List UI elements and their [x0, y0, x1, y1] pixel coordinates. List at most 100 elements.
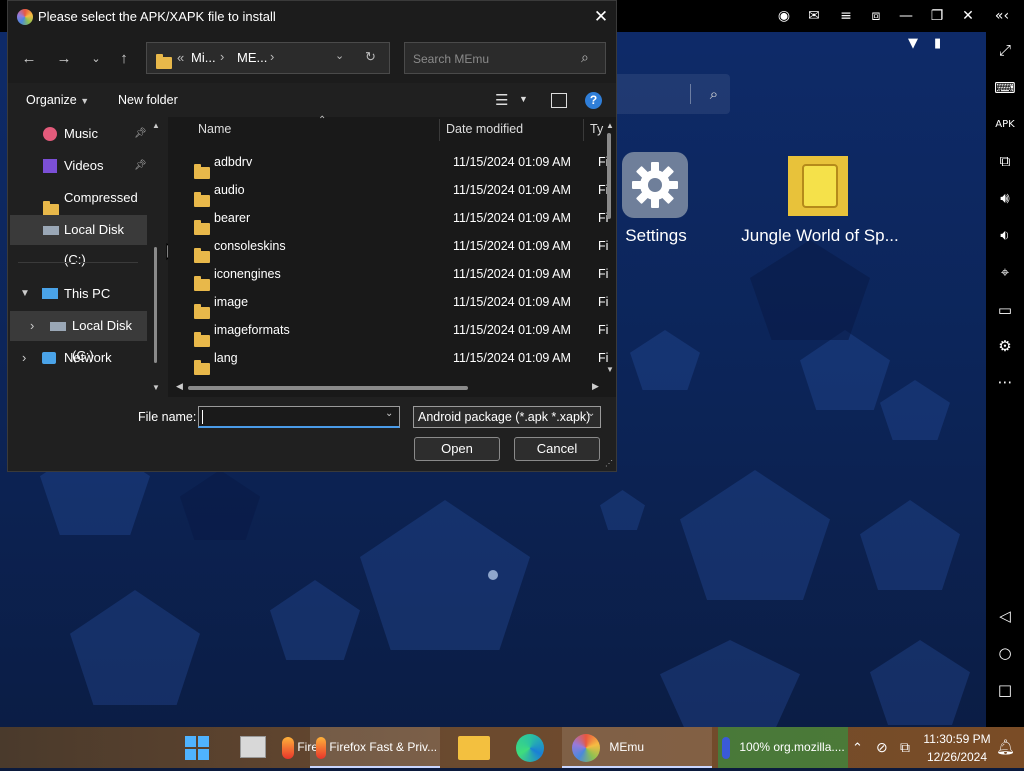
chevron-down-icon[interactable]: ⌄: [385, 408, 393, 419]
start-button[interactable]: [184, 727, 216, 768]
file-type-select[interactable]: Android package (*.apk *.xapk) ⌄: [413, 406, 601, 428]
clock[interactable]: 11:30:59 PM 12/26/2024: [922, 727, 992, 771]
app-settings[interactable]: [620, 152, 692, 218]
view-options-icon[interactable]: ☰: [495, 91, 508, 109]
column-header-date[interactable]: Date modified: [446, 122, 523, 136]
pin-icon[interactable]: 📌︎: [134, 151, 147, 181]
nav-item-videos[interactable]: Videos 📌︎: [10, 151, 147, 181]
breadcrumb-item[interactable]: Mi...: [191, 50, 216, 65]
nav-item-compressed[interactable]: Compressed: [10, 183, 147, 216]
display-icon[interactable]: ⧉: [900, 727, 920, 768]
horizontal-scrollbar-thumb[interactable]: [188, 386, 468, 390]
recent-locations-icon[interactable]: ⌄: [84, 47, 108, 71]
file-row[interactable]: consoleskins 11/15/2024 01:09 AM Fi: [168, 232, 608, 263]
android-search-bar[interactable]: ⌕: [600, 74, 730, 114]
file-name-input[interactable]: ⌄: [198, 406, 400, 428]
back-icon[interactable]: ◁: [986, 604, 1024, 628]
open-button[interactable]: Open: [414, 437, 500, 461]
minimize-icon[interactable]: —: [896, 6, 916, 26]
settings-gear-icon[interactable]: ⚙: [986, 334, 1024, 358]
wallpaper-shape: [630, 330, 700, 390]
restore-icon[interactable]: ❐: [927, 6, 947, 26]
apk-icon[interactable]: APK: [986, 113, 1024, 137]
fullscreen-icon[interactable]: ⤢: [986, 38, 1024, 62]
nav-scrollbar-thumb[interactable]: [154, 247, 157, 363]
taskbar-app-window[interactable]: [240, 727, 274, 768]
chevron-right-icon[interactable]: ›: [22, 343, 26, 373]
navigation-bar: ← → ⌄ ↑ « Mi... › ME... › ⌄ ↻ Search MEm…: [8, 33, 616, 83]
nav-item-this-pc[interactable]: ▼ This PC: [10, 279, 147, 309]
app-jungle-world[interactable]: [788, 156, 848, 216]
scroll-up-icon[interactable]: ▲: [606, 121, 614, 130]
taskbar-file-explorer[interactable]: [454, 727, 494, 768]
nav-item-local-disk[interactable]: Local Disk (C:): [10, 215, 147, 267]
column-header-type[interactable]: Ty: [590, 122, 603, 136]
scroll-down-icon[interactable]: ▼: [606, 365, 614, 374]
help-icon[interactable]: ?: [585, 92, 602, 109]
taskbar-edge[interactable]: [512, 727, 552, 768]
more-icon[interactable]: ⋯: [986, 370, 1024, 394]
keyboard-icon[interactable]: ⌨: [986, 76, 1024, 100]
pin-icon[interactable]: 📌︎: [134, 119, 147, 149]
search-input[interactable]: Search MEmu ⌕: [404, 42, 606, 74]
resize-grip-icon[interactable]: ⋰: [605, 459, 613, 468]
account-icon[interactable]: ◉: [774, 6, 794, 26]
chevron-right-icon[interactable]: ›: [30, 311, 34, 341]
recents-icon[interactable]: □: [986, 678, 1024, 702]
cancel-button[interactable]: Cancel: [514, 437, 600, 461]
menu-icon[interactable]: ≡: [836, 6, 856, 26]
collapse-sidebar-icon[interactable]: «‹: [992, 6, 1012, 26]
nav-item-local-disk-c[interactable]: › Local Disk (C:): [10, 311, 147, 363]
refresh-icon[interactable]: ↻: [365, 49, 376, 65]
breadcrumb-overflow[interactable]: «: [177, 50, 184, 65]
multi-window-icon[interactable]: ⧉: [986, 149, 1024, 173]
up-arrow-icon[interactable]: ↑: [112, 47, 136, 71]
column-divider[interactable]: [439, 119, 440, 141]
search-icon[interactable]: ⌕: [704, 84, 724, 104]
volume-down-icon[interactable]: 🔉︎: [986, 223, 1024, 247]
chevron-down-icon[interactable]: ⌄: [587, 408, 595, 419]
file-row[interactable]: lang 11/15/2024 01:09 AM Fi: [168, 344, 608, 375]
column-divider[interactable]: [583, 119, 584, 141]
home-icon[interactable]: ○: [986, 641, 1024, 665]
taskbar-memu[interactable]: MEmu: [562, 727, 712, 768]
file-row[interactable]: audio 11/15/2024 01:09 AM Fi: [168, 176, 608, 207]
close-icon[interactable]: ✕: [958, 6, 978, 26]
file-row[interactable]: imageformats 11/15/2024 01:09 AM Fi: [168, 316, 608, 347]
screenshot-icon[interactable]: ⧈: [866, 6, 886, 26]
scroll-right-icon[interactable]: ▶: [592, 381, 599, 392]
file-row[interactable]: iconengines 11/15/2024 01:09 AM Fi: [168, 260, 608, 291]
file-row[interactable]: adbdrv 11/15/2024 01:09 AM Fi: [168, 148, 608, 179]
organize-button[interactable]: Organize ▼: [26, 93, 89, 107]
column-header-name[interactable]: Name: [198, 122, 231, 136]
scroll-up-icon[interactable]: ▲: [152, 121, 160, 130]
taskbar-download[interactable]: 100% org.mozilla....: [718, 727, 848, 768]
chevron-down-icon[interactable]: ▼: [20, 279, 30, 309]
file-scrollbar-thumb[interactable]: [607, 133, 611, 219]
network-status-icon[interactable]: ⊘: [876, 727, 896, 768]
scroll-left-icon[interactable]: ◀: [176, 381, 183, 392]
mail-icon[interactable]: ✉: [804, 6, 824, 26]
file-date: 11/15/2024 01:09 AM: [453, 239, 571, 253]
dialog-close-button[interactable]: ✕: [591, 7, 611, 27]
volume-up-icon[interactable]: 🔊︎: [986, 186, 1024, 210]
nav-item-music[interactable]: Music 📌︎: [10, 119, 147, 149]
new-folder-button[interactable]: New folder: [118, 93, 178, 107]
show-hidden-icons-icon[interactable]: ⌃: [852, 727, 868, 768]
file-row[interactable]: bearer 11/15/2024 01:09 AM Fi: [168, 204, 608, 235]
search-icon[interactable]: ⌕: [581, 49, 589, 66]
folder-icon[interactable]: ▭: [986, 298, 1024, 322]
location-icon[interactable]: ⌖: [986, 260, 1024, 284]
chevron-down-icon[interactable]: ▼: [519, 94, 528, 104]
address-bar[interactable]: « Mi... › ME... › ⌄ ↻: [146, 42, 390, 74]
file-row[interactable]: image 11/15/2024 01:09 AM Fi: [168, 288, 608, 319]
breadcrumb-item[interactable]: ME...: [237, 50, 267, 65]
nav-item-network[interactable]: › Network: [10, 343, 147, 373]
address-dropdown-icon[interactable]: ⌄: [335, 49, 344, 62]
taskbar-firefox-2[interactable]: Firefox Fast & Priv...: [310, 727, 440, 768]
back-arrow-icon[interactable]: ←: [17, 47, 41, 71]
forward-arrow-icon[interactable]: →: [52, 47, 76, 71]
scroll-down-icon[interactable]: ▼: [152, 383, 160, 392]
notifications-bell-icon[interactable]: 🔔︎: [996, 727, 1018, 768]
preview-pane-icon[interactable]: [551, 93, 567, 108]
